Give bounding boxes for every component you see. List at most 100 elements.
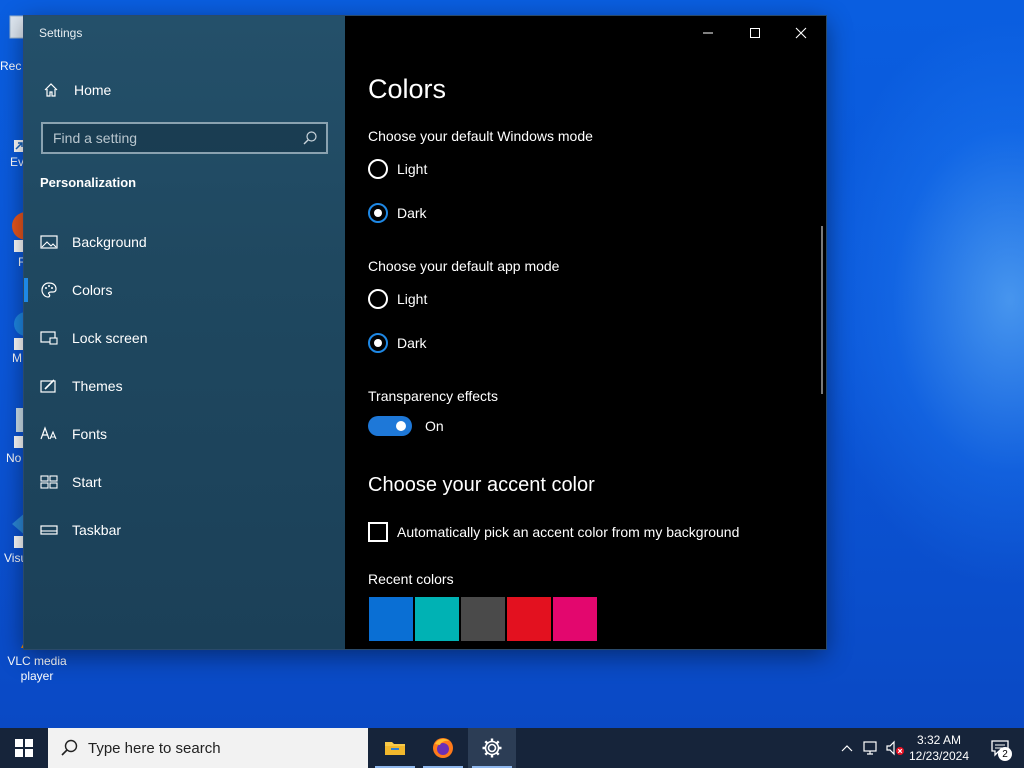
start-icon (40, 473, 58, 491)
windows-mode-dark-radio[interactable]: Dark (368, 202, 427, 224)
sidebar-item-label: Lock screen (72, 330, 148, 346)
taskbar-settings[interactable] (468, 728, 516, 768)
desktop-shortcut-icon[interactable]: No (0, 408, 26, 465)
notification-count-badge: 2 (998, 747, 1012, 761)
accent-section-title: Choose your accent color (368, 474, 595, 496)
taskbar-search-input[interactable]: Type here to search (48, 728, 368, 768)
sidebar-item-fonts[interactable]: Fonts (40, 422, 107, 446)
search-placeholder: Find a setting (53, 130, 138, 146)
palette-icon (40, 281, 58, 299)
desktop-icon-label: VLC media player (7, 654, 67, 683)
recent-colors-swatches (369, 597, 599, 641)
desktop-icon-label: F (18, 255, 26, 269)
app-mode-light-radio[interactable]: Light (368, 288, 427, 310)
sidebar-item-home[interactable]: Home (42, 78, 111, 102)
network-icon[interactable] (860, 728, 882, 768)
sidebar-section-title: Personalization (40, 175, 137, 190)
sidebar-item-themes[interactable]: Themes (40, 374, 123, 398)
recent-colors-label: Recent colors (368, 571, 454, 587)
checkbox-box (368, 522, 388, 542)
radio-label: Light (397, 161, 428, 177)
clock[interactable]: 3:32 AM 12/23/2024 (904, 732, 974, 764)
taskbar-file-explorer[interactable] (371, 728, 419, 768)
firefox-icon (433, 738, 453, 758)
settings-gear-icon (482, 738, 502, 758)
picture-icon (40, 233, 58, 251)
close-button[interactable] (786, 22, 816, 44)
sidebar-item-lock-screen[interactable]: Lock screen (40, 326, 147, 350)
sidebar-item-label: Fonts (72, 426, 108, 442)
maximize-icon (750, 28, 760, 38)
radio-label: Dark (397, 335, 427, 351)
sidebar-item-label: Themes (72, 378, 123, 394)
home-icon (42, 81, 60, 99)
desktop-shortcut-icon[interactable]: Visu (0, 512, 26, 565)
windows-mode-label: Choose your default Windows mode (368, 128, 593, 144)
app-mode-dark-radio[interactable]: Dark (368, 332, 427, 354)
sidebar-item-background[interactable]: Background (40, 230, 147, 254)
recent-color-swatch[interactable] (553, 597, 597, 641)
desktop-icon-label: Visu (4, 551, 26, 565)
sidebar-item-label: Start (72, 474, 102, 490)
page-title: Colors (368, 74, 447, 104)
maximize-button[interactable] (740, 22, 770, 44)
file-explorer-icon (385, 742, 405, 755)
recent-color-swatch[interactable] (369, 597, 413, 641)
content-pane: Colors Choose your default Windows mode … (345, 16, 826, 649)
sidebar-item-label: Home (74, 82, 112, 98)
radio-label: Light (397, 291, 428, 307)
recent-color-swatch[interactable] (415, 597, 459, 641)
clock-date: 12/23/2024 (908, 749, 970, 763)
radio-circle-selected (368, 333, 388, 353)
sidebar-item-label: Colors (72, 282, 113, 298)
desktop-shortcut-icon[interactable]: M (0, 312, 26, 365)
windows-mode-light-radio[interactable]: Light (368, 158, 427, 180)
windows-logo-icon (15, 739, 33, 757)
sidebar: Settings Home Find a setting Personaliza… (24, 16, 345, 649)
search-input[interactable]: Find a setting (41, 122, 328, 154)
tray-chevron-up-icon[interactable] (838, 728, 856, 768)
action-center-button[interactable]: 2 (978, 728, 1022, 768)
recent-color-swatch[interactable] (507, 597, 551, 641)
sidebar-item-colors[interactable]: Colors (40, 278, 112, 302)
desktop-icon-label: Rec (0, 59, 22, 73)
radio-circle (368, 289, 388, 309)
sidebar-item-label: Taskbar (72, 522, 122, 538)
app-mode-label: Choose your default app mode (368, 258, 560, 274)
radio-circle (368, 159, 388, 179)
minimize-icon (703, 32, 713, 34)
toggle-knob (396, 421, 406, 431)
sidebar-item-start[interactable]: Start (40, 470, 102, 494)
lock-screen-icon (40, 329, 58, 347)
clock-time: 3:32 AM (916, 733, 962, 747)
settings-window: Settings Home Find a setting Personaliza… (24, 16, 826, 649)
recent-color-swatch[interactable] (461, 597, 505, 641)
desktop-shortcut-icon[interactable]: F (0, 212, 26, 269)
radio-circle-selected (368, 203, 388, 223)
taskbar-icon (40, 521, 58, 539)
start-button[interactable] (0, 728, 48, 768)
sidebar-item-taskbar[interactable]: Taskbar (40, 518, 121, 542)
scrollbar[interactable] (821, 226, 823, 394)
window-title: Settings (39, 26, 83, 40)
transparency-state: On (425, 418, 444, 434)
selection-indicator (24, 278, 28, 302)
themes-icon (40, 377, 58, 395)
sidebar-item-label: Background (72, 234, 147, 250)
desktop-icon-label: No (6, 451, 22, 465)
auto-accent-checkbox[interactable]: Automatically pick an accent color from … (368, 522, 739, 542)
search-icon (61, 739, 78, 756)
transparency-label: Transparency effects (368, 388, 498, 404)
taskbar-firefox[interactable] (419, 728, 467, 768)
desktop-shortcut-icon[interactable]: Ev (0, 140, 26, 169)
transparency-toggle[interactable] (368, 416, 412, 436)
fonts-icon (40, 425, 58, 443)
search-icon[interactable] (302, 130, 318, 149)
close-icon (795, 27, 807, 39)
volume-muted-icon[interactable] (884, 728, 906, 768)
radio-label: Dark (397, 205, 427, 221)
checkbox-label: Automatically pick an accent color from … (397, 524, 740, 540)
desktop-icon-label: Ev (10, 155, 25, 169)
recycle-bin-icon[interactable]: Rec (0, 10, 26, 73)
minimize-button[interactable] (693, 22, 723, 44)
